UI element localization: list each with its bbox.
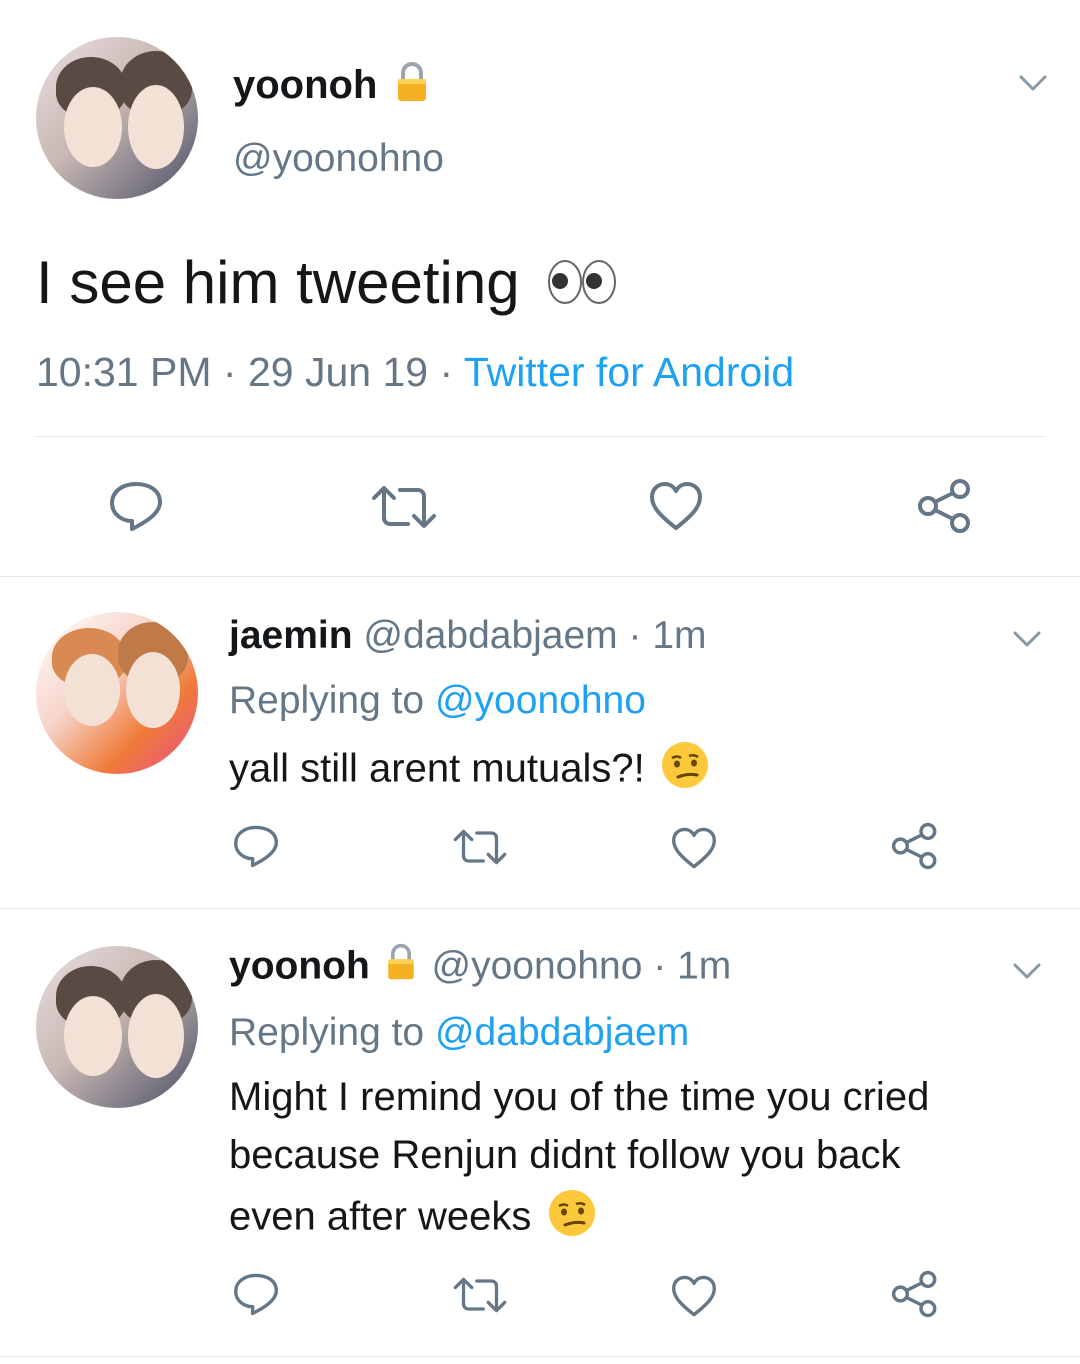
retweet-button[interactable] — [452, 1276, 508, 1314]
tweet-text-line: Might I remind you of the time you cried — [229, 1075, 930, 1119]
like-button[interactable] — [670, 1274, 718, 1318]
retweet-button[interactable] — [452, 828, 508, 866]
chevron-down-icon[interactable] — [1012, 960, 1042, 982]
lock-icon — [385, 942, 417, 994]
divider — [0, 576, 1080, 577]
handle[interactable]: @yoonohno — [233, 136, 444, 182]
chevron-down-icon[interactable] — [1012, 628, 1042, 650]
share-button[interactable] — [916, 478, 974, 534]
handle[interactable]: @dabdabjaem — [363, 614, 617, 657]
reply-button[interactable] — [232, 1272, 280, 1316]
share-icon — [918, 479, 970, 533]
tweet-age[interactable]: 1m — [677, 944, 731, 987]
tweet-time[interactable]: 10:31 PM — [36, 349, 212, 395]
separator: · — [653, 944, 667, 988]
like-icon — [671, 1275, 716, 1317]
eyes-emoji-icon — [546, 252, 620, 322]
like-icon — [650, 482, 702, 530]
tweet-text-line: even after weeks — [229, 1194, 532, 1239]
separator: · — [222, 349, 237, 395]
share-icon — [891, 822, 937, 870]
retweet-icon — [453, 1277, 507, 1313]
tweet-text: I see him tweeting — [36, 249, 520, 316]
avatar[interactable] — [36, 612, 198, 774]
retweet-icon — [453, 829, 507, 865]
tweet-age[interactable]: 1m — [652, 614, 706, 657]
reply-icon — [234, 825, 278, 868]
divider — [0, 908, 1080, 909]
tweet-text: yall still arent mutuals?! — [229, 746, 645, 791]
display-name[interactable]: yoonoh — [229, 944, 370, 987]
reply-button[interactable] — [232, 824, 280, 868]
like-button[interactable] — [670, 826, 718, 870]
avatar[interactable] — [36, 37, 198, 199]
tweet-text-line: because Renjun didnt follow you back — [229, 1133, 901, 1177]
display-name[interactable]: yoonoh — [233, 63, 377, 107]
share-icon — [891, 1270, 937, 1318]
like-icon — [671, 827, 716, 869]
share-button[interactable] — [890, 1270, 940, 1318]
lock-icon — [395, 60, 429, 115]
tweet-date[interactable]: 29 Jun 19 — [248, 349, 428, 395]
replying-to-link[interactable]: @yoonohno — [435, 679, 646, 722]
replying-label: Replying to — [229, 679, 425, 722]
reply-icon — [110, 482, 162, 531]
separator: · — [628, 614, 642, 657]
chevron-down-icon[interactable] — [1018, 72, 1048, 94]
smirk-emoji-icon — [660, 740, 710, 802]
replying-to-link[interactable]: @dabdabjaem — [435, 1011, 689, 1054]
replying-label: Replying to — [229, 1011, 425, 1054]
retweet-icon — [372, 486, 436, 528]
display-name[interactable]: jaemin — [229, 614, 353, 657]
reply-icon — [234, 1273, 278, 1316]
smirk-emoji-icon — [547, 1188, 597, 1250]
reply-button[interactable] — [108, 480, 164, 532]
divider — [36, 436, 1044, 437]
separator: · — [439, 349, 454, 395]
tweet-source[interactable]: Twitter for Android — [464, 349, 794, 395]
retweet-button[interactable] — [370, 484, 438, 530]
divider — [0, 1356, 1080, 1357]
avatar[interactable] — [36, 946, 198, 1108]
share-button[interactable] — [890, 822, 940, 870]
handle[interactable]: @yoonohno — [432, 944, 643, 987]
like-button[interactable] — [648, 480, 704, 532]
